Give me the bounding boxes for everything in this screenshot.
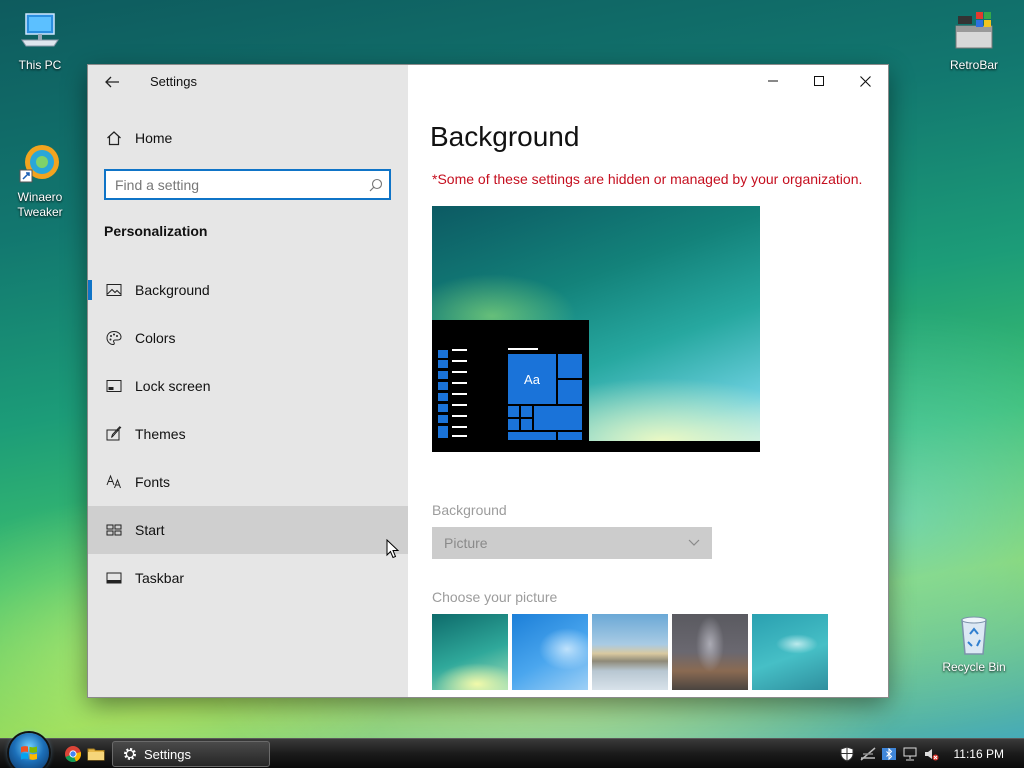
desktop-icon-winaero-tweaker[interactable]: Winaero Tweaker [0,112,80,235]
picture-thumbnail[interactable] [512,614,588,690]
bluetooth-icon[interactable] [881,746,897,762]
start-button[interactable] [9,733,49,768]
system-tray: 11:16 PM [839,739,1024,768]
chrome-icon [65,746,82,763]
managed-warning: *Some of these settings are hidden or ma… [432,171,863,187]
nav-item-label: Background [135,282,210,298]
network-disabled-icon[interactable] [860,746,876,762]
shield-icon[interactable] [839,746,855,762]
settings-content: Background *Some of these settings are h… [408,65,888,697]
back-arrow-icon [105,76,119,88]
nav-item-taskbar[interactable]: Taskbar [88,554,408,602]
desktop-icon-this-pc[interactable]: This PC [0,10,80,73]
picture-thumbnails [432,614,828,690]
nav-item-label: Themes [135,426,186,442]
desktop-icon-label: Recycle Bin [942,660,1006,674]
explorer-quicklaunch[interactable] [87,745,105,763]
nav-home-label: Home [135,130,173,146]
picture-thumbnail[interactable] [752,614,828,690]
chevron-down-icon [688,539,700,546]
winaero-tweaker-icon [18,127,62,183]
search-box[interactable] [104,169,391,200]
background-dropdown-value: Picture [444,535,488,551]
nav-item-themes[interactable]: Themes [88,410,408,458]
picture-thumbnail[interactable] [672,614,748,690]
minimize-button[interactable] [750,65,796,97]
background-preview: Aa [432,206,760,452]
window-title: Settings [150,74,197,89]
home-icon [106,130,122,146]
taskbar-icon [106,570,122,586]
themes-brush-icon [106,426,122,442]
nav-item-label: Fonts [135,474,171,490]
search-icon[interactable] [363,171,389,198]
title-bar[interactable]: Settings [88,65,408,97]
volume-muted-icon[interactable] [923,746,939,762]
background-dropdown[interactable]: Picture [432,527,712,559]
network-icon[interactable] [902,746,918,762]
picture-thumbnail[interactable] [592,614,668,690]
picture-thumbnail[interactable] [432,614,508,690]
picture-icon [106,282,122,298]
lock-screen-icon [106,378,122,394]
fonts-icon [106,474,122,490]
nav-item-label: Start [135,522,165,538]
nav-item-label: Lock screen [135,378,211,394]
settings-window: Settings Home Personalization Background [88,65,888,697]
recycle-bin-icon [952,612,996,656]
caption-buttons [750,65,888,97]
taskbar-item-settings[interactable]: Settings [112,741,270,767]
desktop-icon-label: Winaero Tweaker [17,190,63,219]
desktop-icon-retrobar[interactable]: RetroBar [934,10,1014,73]
nav-item-label: Taskbar [135,570,185,586]
search-input[interactable] [106,171,363,198]
preview-tile-label: Aa [508,354,556,404]
chrome-quicklaunch[interactable] [64,745,82,763]
taskbar-item-label: Settings [144,746,191,762]
background-label: Background [432,502,507,518]
nav-home[interactable]: Home [88,121,408,155]
section-title: Personalization [104,223,208,239]
desktop-icon-label: This PC [18,58,62,72]
nav-item-fonts[interactable]: Fonts [88,458,408,506]
nav-item-colors[interactable]: Colors [88,314,408,362]
nav-item-label: Colors [135,330,176,346]
page-title: Background [430,121,580,152]
close-button[interactable] [842,65,888,97]
desktop-icon-label: RetroBar [949,58,999,72]
retrobar-icon [952,10,996,54]
settings-nav-pane: Settings Home Personalization Background [88,65,408,697]
computer-icon [18,10,62,54]
taskbar: Settings 11:16 PM [0,733,1024,768]
maximize-button[interactable] [796,65,842,97]
choose-picture-label: Choose your picture [432,589,558,605]
preview-start-menu: Aa [432,320,589,441]
close-icon [859,75,871,87]
preview-taskbar [432,441,760,452]
desktop-icon-recycle-bin[interactable]: Recycle Bin [934,612,1014,675]
minimize-icon [768,80,778,82]
gear-icon [122,746,138,762]
back-button[interactable] [100,70,124,94]
palette-icon [106,330,122,346]
nav-list: Background Colors Lock screen Themes Fon… [88,266,408,602]
windows-logo-icon [21,746,37,760]
nav-item-start[interactable]: Start [88,506,408,559]
maximize-icon [814,76,824,86]
nav-item-background[interactable]: Background [88,266,408,314]
start-tiles-icon [106,522,122,538]
folder-icon [87,748,105,761]
nav-item-lock-screen[interactable]: Lock screen [88,362,408,410]
clock[interactable]: 11:16 PM [954,747,1004,761]
